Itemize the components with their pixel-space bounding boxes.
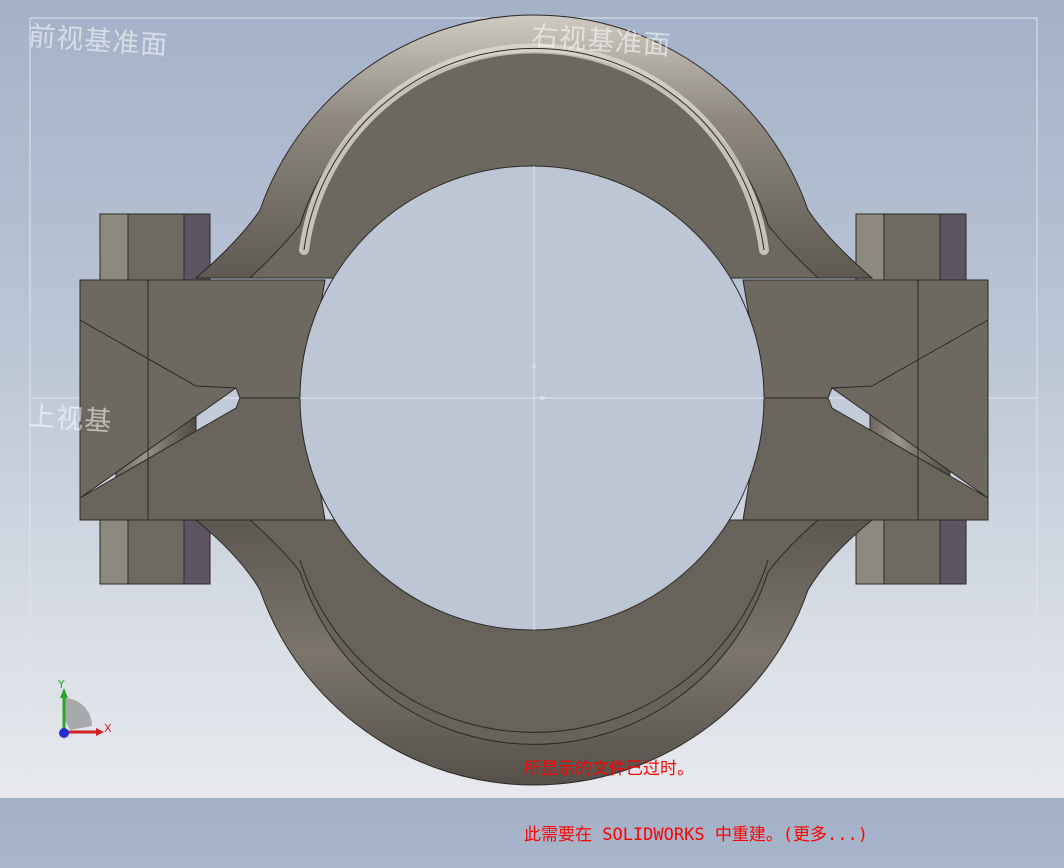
- graphics-viewport[interactable]: 前视基准面 右视基准面 上视基 Y X 所显示的文件已过时。 此需要在 SOLI…: [0, 0, 1064, 845]
- nut-left-top[interactable]: [99, 213, 211, 281]
- clamp-flange-right[interactable]: [742, 279, 989, 521]
- rebuild-notice-line2[interactable]: 此需要在 SOLIDWORKS 中重建。(更多...): [524, 824, 868, 846]
- triad-x-label: X: [104, 722, 112, 735]
- rebuild-notice[interactable]: 所显示的文件已过时。 此需要在 SOLIDWORKS 中重建。(更多...): [524, 714, 868, 868]
- model-view[interactable]: [0, 0, 1064, 798]
- triad-y-label: Y: [58, 678, 65, 691]
- orientation-triad[interactable]: [59, 688, 104, 738]
- top-plane-label[interactable]: 上视基: [27, 394, 114, 439]
- clamp-flange-left[interactable]: [79, 279, 326, 521]
- nut-right-top[interactable]: [855, 213, 967, 281]
- nut-left-bottom[interactable]: [99, 517, 211, 585]
- nut-right-bottom[interactable]: [855, 517, 967, 585]
- rebuild-notice-line1: 所显示的文件已过时。: [524, 759, 694, 779]
